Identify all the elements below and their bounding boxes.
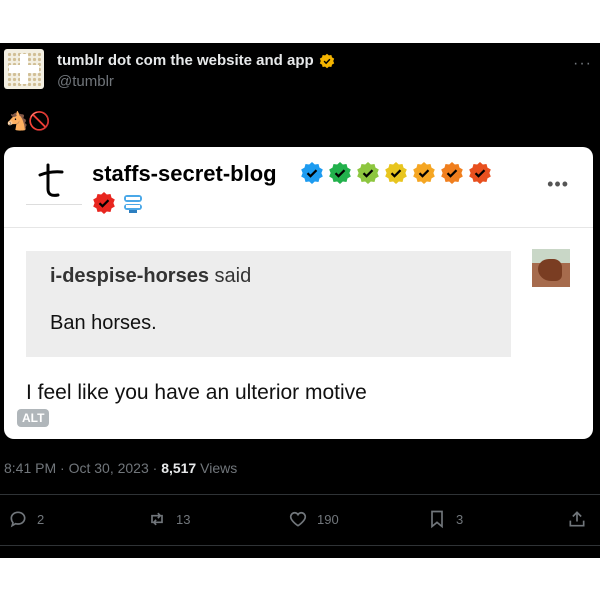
tweet: tumblr dot com the website and app @tumb… xyxy=(0,43,600,558)
logo-underline xyxy=(26,204,82,205)
verified-badge-icon xyxy=(385,162,407,184)
like-button[interactable]: 190 xyxy=(288,509,339,529)
media-image[interactable]: staffs-secret-blog ••• i-despise-horses … xyxy=(4,147,593,439)
reply-icon xyxy=(10,511,26,528)
author-name[interactable]: tumblr dot com the website and app xyxy=(57,52,314,69)
like-count: 190 xyxy=(317,511,339,527)
views-label: Views xyxy=(200,460,238,476)
reblog-header: i-despise-horses said xyxy=(50,265,251,288)
repost-button[interactable]: 13 xyxy=(147,509,190,529)
reply-button[interactable]: 2 xyxy=(8,509,44,529)
divider xyxy=(0,494,600,495)
post-more-icon[interactable]: ••• xyxy=(547,174,569,195)
bottom-divider xyxy=(0,545,600,546)
repost-icon xyxy=(151,512,163,526)
reblog-said: said xyxy=(214,265,252,287)
reblog-username[interactable]: i-despise-horses xyxy=(50,265,209,287)
bookmark-button[interactable]: 3 xyxy=(427,509,463,529)
blog-name: staffs-secret-blog xyxy=(92,161,277,186)
heart-icon xyxy=(289,511,307,527)
share-icon xyxy=(569,511,585,527)
verified-badge-icon xyxy=(319,53,334,68)
avatar-plus-horizontal xyxy=(9,65,39,73)
card-divider xyxy=(4,227,593,228)
tumblr-logo-icon xyxy=(38,163,64,197)
alt-badge[interactable]: ALT xyxy=(17,409,50,427)
tweet-meta: 8:41 PM · Oct 30, 2023 · 8,517 Views xyxy=(4,460,237,476)
repost-count: 13 xyxy=(176,511,191,527)
share-button[interactable] xyxy=(567,509,587,529)
verified-badge-icon xyxy=(329,162,351,184)
more-options-icon[interactable]: ··· xyxy=(573,55,592,73)
verified-badge-icon xyxy=(469,162,491,184)
horse-head xyxy=(538,259,562,281)
bookmark-icon xyxy=(431,510,443,529)
tweet-text: 🐴🚫 xyxy=(6,111,51,131)
views-count: 8,517 xyxy=(161,460,197,476)
verified-badge-icon xyxy=(301,162,323,184)
reblog-quote: i-despise-horses said Ban horses. xyxy=(26,251,511,357)
verified-badge-icon xyxy=(93,192,115,214)
verified-badge-icon xyxy=(413,162,435,184)
reblog-avatar[interactable] xyxy=(532,249,570,287)
bookmark-count: 3 xyxy=(456,511,464,527)
badge-row xyxy=(300,161,492,185)
author-handle[interactable]: @tumblr xyxy=(57,73,114,90)
author-row: tumblr dot com the website and app xyxy=(57,52,335,69)
timestamp[interactable]: 8:41 PM · Oct 30, 2023 · xyxy=(4,460,161,476)
reblog-text: Ban horses. xyxy=(50,312,157,334)
verified-badge-icon xyxy=(441,162,463,184)
badge-row-2 xyxy=(92,191,145,215)
reply-text: I feel like you have an ulterior motive xyxy=(26,381,367,404)
reply-count: 2 xyxy=(37,511,45,527)
verified-badge-icon xyxy=(357,162,379,184)
chattering-teeth-icon xyxy=(124,195,142,213)
action-bar: 2 13 190 3 xyxy=(0,501,600,541)
avatar[interactable] xyxy=(4,49,44,89)
